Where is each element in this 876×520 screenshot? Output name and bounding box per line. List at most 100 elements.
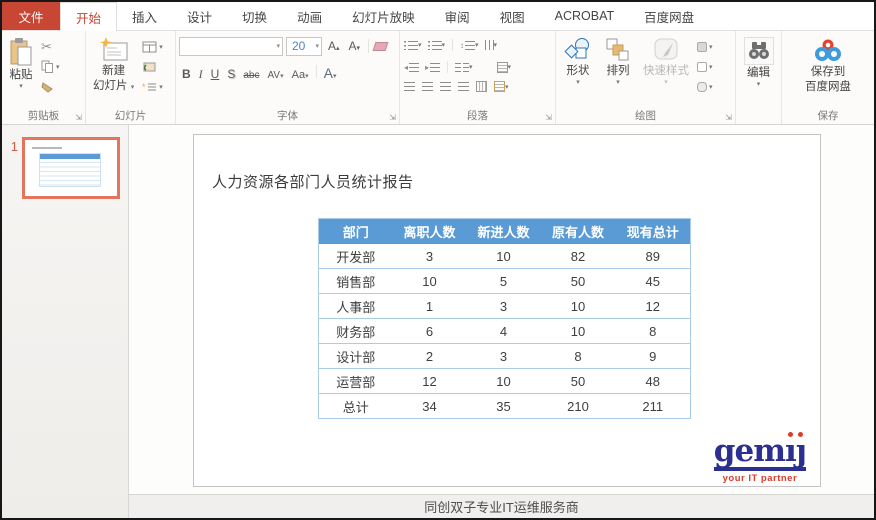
menu-tab-baidu-pan[interactable]: 百度网盘 xyxy=(629,2,709,30)
shape-fill-button[interactable]: ▾ xyxy=(697,39,713,54)
format-painter-button[interactable] xyxy=(41,79,60,94)
menu-tab-insert[interactable]: 插入 xyxy=(117,2,172,30)
ribbon-group-font: ▾ 20 ▾ A ▴ A ▾ B I U S abc AV ▾ Aa ▾ A ▾ 字体 ⇲ xyxy=(176,31,400,124)
drawing-dialog-launcher-icon[interactable]: ⇲ xyxy=(725,114,732,122)
section-icon: * xyxy=(142,82,157,92)
grow-font-button[interactable]: A ▴ xyxy=(325,39,343,53)
table-cell: 2 xyxy=(392,343,467,369)
strikethrough-button[interactable]: abc xyxy=(240,70,262,81)
table-cell: 3 xyxy=(466,293,541,319)
table-header-cell: 部门 xyxy=(318,218,393,244)
gemii-logo-tagline: your IT partner xyxy=(722,472,798,484)
section-button[interactable]: * ▾ xyxy=(142,79,163,94)
table-cell: 8 xyxy=(540,343,616,369)
ribbon-group-slides: 新建 幻灯片 ▾ ▾ * ▾ 幻灯片 xyxy=(86,31,176,124)
save-to-baidu-pan-button[interactable]: 保存到 百度网盘 xyxy=(801,36,855,109)
table-row: 财务部 6 4 10 8 xyxy=(318,318,691,344)
shrink-font-button[interactable]: A ▾ xyxy=(346,39,364,53)
shape-effects-button[interactable]: ▾ xyxy=(697,79,713,94)
copy-icon xyxy=(41,60,53,73)
convert-to-smartart-button[interactable]: ▾ xyxy=(493,80,510,93)
menu-tab-review[interactable]: 审阅 xyxy=(430,2,485,30)
underline-button[interactable]: U xyxy=(208,67,223,81)
text-direction-button[interactable]: ▾ xyxy=(484,39,499,52)
table-row: 运营部 12 10 50 48 xyxy=(318,368,691,394)
content-area: 1 人力资源各部门人员统计报告 部门 离职人数 新进人数 原有人数 现有总计 开发部 3 1… xyxy=(2,125,874,518)
arrange-icon xyxy=(606,38,629,61)
bullets-button[interactable]: ▾ xyxy=(403,39,423,52)
new-slide-button[interactable]: 新建 幻灯片 ▾ xyxy=(89,36,138,109)
justify-button[interactable] xyxy=(457,80,470,93)
arrange-label: 排列 xyxy=(606,65,630,77)
table-cell: 10 xyxy=(540,293,616,319)
align-text-button[interactable]: ▾ xyxy=(496,61,513,74)
slide-thumbnail-row: 1 xyxy=(2,137,128,199)
bold-button[interactable]: B xyxy=(179,67,194,81)
menu-tab-acrobat[interactable]: ACROBAT xyxy=(540,2,630,30)
line-spacing-button[interactable]: ↕ ▾ xyxy=(459,39,480,52)
hr-statistics-table[interactable]: 部门 离职人数 新进人数 原有人数 现有总计 开发部 3 10 82 89 销售部 10 5 50 45 人… xyxy=(318,218,691,419)
copy-button[interactable]: ▾ xyxy=(41,59,60,74)
menu-tab-view[interactable]: 视图 xyxy=(485,2,540,30)
quick-styles-icon xyxy=(654,38,678,60)
columns-button[interactable]: ▾ xyxy=(454,61,474,74)
align-left-button[interactable] xyxy=(403,80,416,93)
table-cell: 3 xyxy=(466,343,541,369)
reset-slide-button[interactable] xyxy=(142,59,163,74)
file-menu-button[interactable]: 文件 xyxy=(2,2,60,30)
table-cell: 89 xyxy=(615,244,691,269)
paste-button[interactable]: 粘贴 ▾ xyxy=(5,36,37,109)
table-cell: 35 xyxy=(466,393,541,419)
arrange-button[interactable]: 排列 ▾ xyxy=(601,36,635,109)
font-size-combo[interactable]: 20 ▾ xyxy=(286,36,322,56)
table-header-cell: 原有人数 xyxy=(540,218,616,244)
canvas-area[interactable]: 人力资源各部门人员统计报告 部门 离职人数 新进人数 原有人数 现有总计 开发部 3 10 8… xyxy=(129,125,874,494)
distribute-button[interactable] xyxy=(475,80,488,93)
save-to-pan-label-line1: 保存到 xyxy=(810,66,846,78)
table-cell: 人事部 xyxy=(318,293,393,319)
align-right-button[interactable] xyxy=(439,80,452,93)
font-color-button[interactable]: A ▾ xyxy=(321,65,340,81)
editing-button[interactable]: 编辑 ▾ xyxy=(740,36,778,109)
quick-styles-button[interactable]: 快速样式 ▾ xyxy=(639,36,693,109)
text-shadow-button[interactable]: S xyxy=(224,67,238,81)
slide-title[interactable]: 人力资源各部门人员统计报告 xyxy=(212,171,414,192)
shapes-icon xyxy=(564,38,589,59)
paragraph-dialog-launcher-icon[interactable]: ⇲ xyxy=(545,114,552,122)
menu-tabs: 开始 插入 设计 切换 动画 幻灯片放映 审阅 视图 ACROBAT 百度网盘 xyxy=(60,2,709,31)
decrease-indent-button[interactable]: ◂ xyxy=(403,61,420,74)
layout-button[interactable]: ▾ xyxy=(142,39,163,54)
ribbon-group-drawing: 形状 ▾ 排列 ▾ 快速样式 ▾ ▾ ▾ ▾ 绘图 ⇲ xyxy=(556,31,736,124)
menu-tab-animations[interactable]: 动画 xyxy=(282,2,337,30)
table-cell: 45 xyxy=(615,268,691,294)
slide-canvas[interactable]: 人力资源各部门人员统计报告 部门 离职人数 新进人数 原有人数 现有总计 开发部 3 10 8… xyxy=(193,134,821,487)
table-cell: 4 xyxy=(466,318,541,344)
numbering-button[interactable]: ▾ xyxy=(427,39,447,52)
align-center-button[interactable] xyxy=(421,80,434,93)
slide-thumbnail[interactable] xyxy=(22,137,120,199)
table-cell: 12 xyxy=(615,293,691,319)
footer-text: 同创双子专业IT运维服务商 xyxy=(424,500,579,515)
font-dialog-launcher-icon[interactable]: ⇲ xyxy=(389,114,396,122)
increase-indent-button[interactable]: ▸ xyxy=(424,61,441,74)
clipboard-dialog-launcher-icon[interactable]: ⇲ xyxy=(75,114,82,122)
change-case-button[interactable]: Aa ▾ xyxy=(289,69,312,81)
shapes-button[interactable]: 形状 ▾ xyxy=(559,36,597,109)
table-cell: 50 xyxy=(540,268,616,294)
divider xyxy=(315,65,317,78)
thumbnail-table xyxy=(39,153,101,187)
editing-area: 人力资源各部门人员统计报告 部门 离职人数 新进人数 原有人数 现有总计 开发部 3 10 8… xyxy=(129,125,874,518)
italic-button[interactable]: I xyxy=(196,67,206,82)
font-name-combo[interactable]: ▾ xyxy=(179,36,283,56)
menu-tab-home[interactable]: 开始 xyxy=(60,2,118,31)
menu-tab-transitions[interactable]: 切换 xyxy=(227,2,282,30)
slide-thumbnail-panel[interactable]: 1 xyxy=(2,125,129,518)
menu-tab-design[interactable]: 设计 xyxy=(172,2,227,30)
shape-outline-button[interactable]: ▾ xyxy=(697,59,713,74)
character-spacing-button[interactable]: AV ▾ xyxy=(264,70,286,81)
menu-tab-slideshow[interactable]: 幻灯片放映 xyxy=(337,2,430,30)
cut-button[interactable]: ✂ xyxy=(41,39,60,54)
clear-formatting-icon[interactable] xyxy=(372,41,389,51)
ribbon-group-paragraph: ▾ ▾ ↕ ▾ ▾ ◂ ▸ ▾ ▾ ▾ 段落 ⇲ xyxy=(400,31,556,124)
table-cell: 5 xyxy=(466,268,541,294)
